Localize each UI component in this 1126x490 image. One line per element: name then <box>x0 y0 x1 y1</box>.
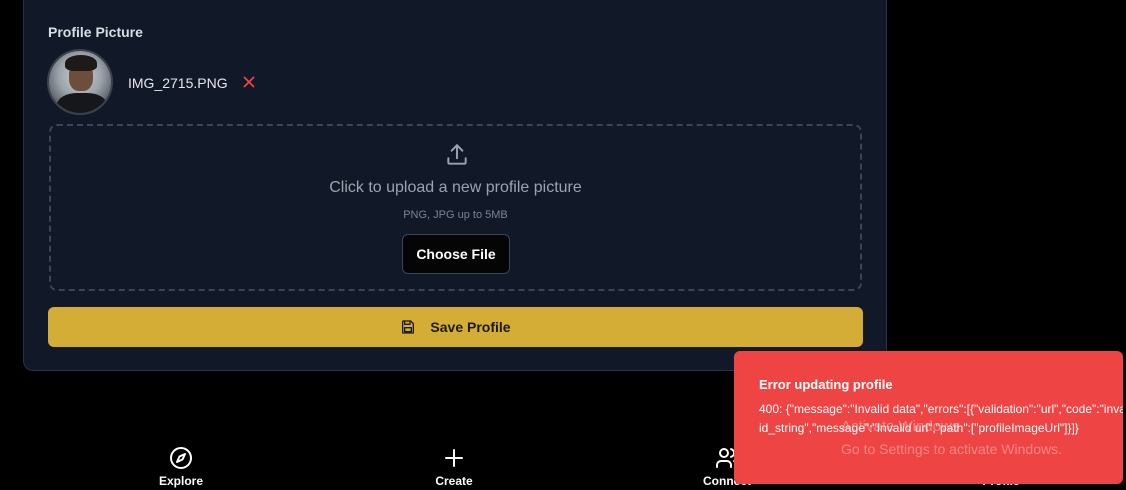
plus-icon <box>445 449 463 467</box>
choose-file-button[interactable]: Choose File <box>402 234 510 274</box>
upload-hint: PNG, JPG up to 5MB <box>403 209 508 221</box>
remove-picture-button[interactable] <box>241 74 257 90</box>
upload-dropzone[interactable]: Click to upload a new profile picture PN… <box>49 124 862 291</box>
close-icon <box>243 76 255 88</box>
profile-picture-label: Profile Picture <box>48 24 143 40</box>
profile-edit-card: Profile Picture IMG_2715.PNG Click to up… <box>23 0 887 371</box>
upload-title: Click to upload a new profile picture <box>329 179 582 196</box>
activate-windows-title: Activate Windows <box>841 418 960 435</box>
toast-title: Error updating profile <box>759 377 893 392</box>
nav-explore[interactable]: Explore <box>141 446 221 488</box>
save-profile-label: Save Profile <box>430 319 511 335</box>
avatar <box>47 49 113 115</box>
nav-create[interactable]: Create <box>414 446 494 488</box>
current-file-name: IMG_2715.PNG <box>128 75 228 91</box>
save-profile-button[interactable]: Save Profile <box>48 307 863 347</box>
save-icon <box>402 320 415 334</box>
upload-icon <box>447 144 467 165</box>
activate-windows-subtitle: Go to Settings to activate Windows. <box>841 441 1062 457</box>
nav-explore-label: Explore <box>158 474 203 488</box>
nav-create-label: Create <box>435 474 473 488</box>
compass-icon <box>170 447 192 469</box>
